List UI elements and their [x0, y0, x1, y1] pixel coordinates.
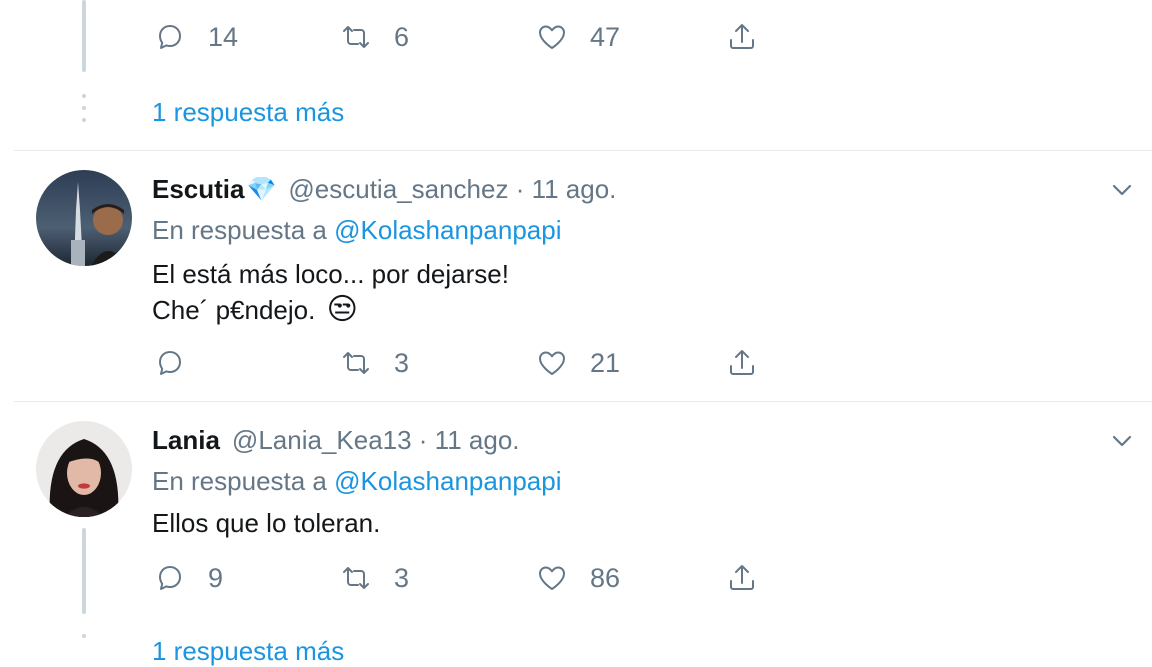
reply-mention-link[interactable]: @Kolashanpanpapi [334, 215, 561, 245]
like-count: 21 [590, 347, 621, 378]
handle-and-date[interactable]: @escutia_sanchez · 11 ago. [288, 174, 616, 205]
tweet-header: Escutia 💎 @escutia_sanchez · 11 ago. [152, 174, 616, 205]
reply-icon [159, 25, 181, 49]
avatar[interactable] [36, 170, 132, 266]
like-icon [539, 25, 565, 49]
chevron-down-icon [1112, 184, 1132, 196]
chevron-down-icon [1112, 435, 1132, 447]
share-button[interactable] [726, 343, 758, 383]
diamond-emoji: 💎 [246, 176, 277, 203]
share-icon [730, 565, 754, 590]
retweet-count: 3 [394, 347, 410, 378]
tweet-actions: 9 3 86 [0, 558, 1152, 598]
display-name[interactable]: Escutia [152, 174, 245, 205]
like-icon [539, 566, 565, 590]
like-button[interactable]: 21 [536, 343, 620, 383]
tweet-text: El está más loco... por dejarse! Che´ p€… [152, 256, 509, 328]
reply-icon [159, 566, 181, 590]
more-replies-link[interactable]: 1 respuesta más [152, 636, 344, 667]
retweet-icon [343, 567, 369, 589]
retweet-icon [343, 26, 369, 48]
more-replies-link[interactable]: 1 respuesta más [152, 97, 344, 128]
share-button[interactable] [726, 17, 758, 57]
thread-dots [82, 634, 86, 646]
reply-context: En respuesta a @Kolashanpanpapi [152, 215, 561, 246]
tweet-text-line: El está más loco... por dejarse! [152, 259, 509, 289]
share-icon [730, 24, 754, 49]
divider [14, 401, 1152, 402]
avatar[interactable] [36, 421, 132, 517]
tweet-text-line: Che´ p€ndejo. 😒 [152, 293, 358, 326]
tweet-actions: 14 6 47 [0, 17, 1152, 57]
tweet-menu-button[interactable] [1108, 427, 1136, 455]
like-count: 86 [590, 562, 621, 593]
reply-button[interactable]: 9 [154, 558, 223, 598]
unamused-face-emoji: 😒 [326, 293, 358, 326]
reply-prefix: En respuesta a [152, 466, 327, 496]
handle-and-date[interactable]: @Lania_Kea13 · 11 ago. [232, 425, 520, 456]
retweet-count: 6 [394, 21, 410, 52]
tweet-header: Lania @Lania_Kea13 · 11 ago. [152, 425, 520, 456]
avatar-image [36, 170, 132, 266]
retweet-icon [343, 352, 369, 374]
retweet-button[interactable]: 3 [340, 343, 409, 383]
retweet-count: 3 [394, 562, 410, 593]
reply-count: 14 [208, 21, 239, 52]
divider [14, 150, 1152, 151]
tweet-menu-button[interactable] [1108, 176, 1136, 204]
retweet-button[interactable]: 3 [340, 558, 409, 598]
reply-icon [159, 351, 181, 375]
like-icon [539, 351, 565, 375]
retweet-button[interactable]: 6 [340, 17, 409, 57]
reply-context: En respuesta a @Kolashanpanpapi [152, 466, 561, 497]
share-button[interactable] [726, 558, 758, 598]
reply-button[interactable]: 14 [154, 17, 238, 57]
reply-mention-link[interactable]: @Kolashanpanpapi [334, 466, 561, 496]
reply-count: 9 [208, 562, 224, 593]
tweet-actions: 3 21 [0, 343, 1152, 383]
like-button[interactable]: 86 [536, 558, 620, 598]
thread-dots [82, 94, 86, 130]
reply-button[interactable] [154, 343, 208, 383]
reply-prefix: En respuesta a [152, 215, 327, 245]
like-button[interactable]: 47 [536, 17, 620, 57]
avatar-image [36, 421, 132, 517]
display-name[interactable]: Lania [152, 425, 220, 456]
share-icon [730, 350, 754, 375]
like-count: 47 [590, 21, 621, 52]
tweet-text: Ellos que lo toleran. [152, 508, 381, 538]
